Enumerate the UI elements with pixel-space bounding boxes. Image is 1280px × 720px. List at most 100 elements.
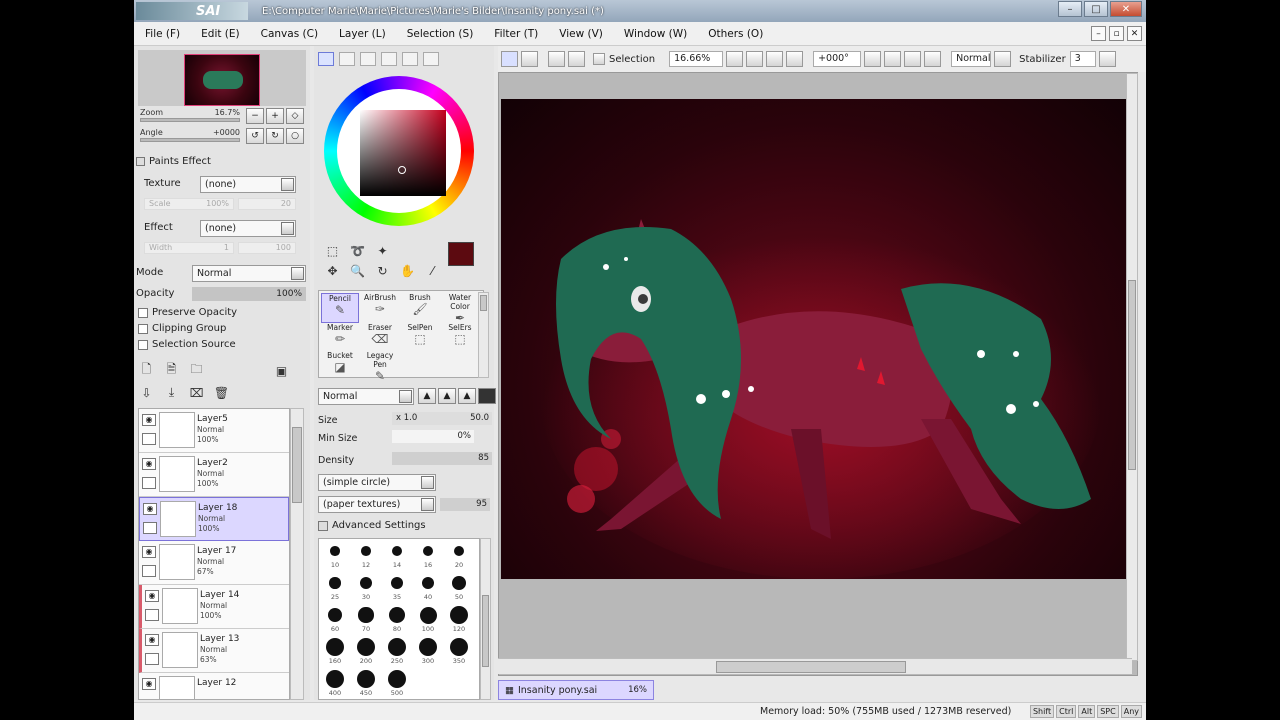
lock-icon[interactable] [142,433,156,445]
deselect-icon[interactable] [548,51,565,67]
new-folder-icon[interactable]: 🗀 [188,362,205,379]
size-presets-scrollbar[interactable] [480,538,491,700]
brush-size-preset[interactable] [326,670,344,688]
zoom-in-icon[interactable] [746,51,764,67]
color-wheel-tab[interactable] [318,52,334,66]
brush-size-preset[interactable] [388,638,406,656]
swatches-tab[interactable] [402,52,418,66]
selection-source-checkbox[interactable]: Selection Source [138,339,236,350]
merge-down-icon[interactable]: ⤓ [163,384,180,401]
advanced-settings-toggle[interactable]: Advanced Settings [318,520,426,531]
angle-slider[interactable]: Angle +0000 [138,128,242,146]
eyedropper-icon[interactable]: ⁄ [424,262,441,279]
layer-list-scrollbar[interactable] [290,408,304,700]
eye-icon[interactable]: ◉ [142,414,156,426]
brush-size-preset[interactable] [419,606,437,624]
texture-strength-slider[interactable]: 95 [440,498,490,511]
zoom-track[interactable] [140,118,240,122]
primary-color-swatch[interactable] [448,242,474,266]
menu-view[interactable]: View (V) [548,28,613,40]
clipping-group-checkbox[interactable]: Clipping Group [138,323,226,334]
size-slider[interactable]: x 1.0 50.0 [392,412,492,425]
layer-mode-select[interactable]: Normal [192,265,306,282]
zoom-reset-button[interactable]: ◇ [286,108,304,124]
brush-shape-select[interactable]: (simple circle) [318,474,436,491]
eye-icon[interactable]: ◉ [142,458,156,470]
airbrush-tool[interactable]: AirBrush ✑ [361,293,399,323]
lock-icon[interactable] [142,477,156,489]
eye-icon[interactable]: ◉ [142,546,156,558]
delete-layer-icon[interactable]: 🗑 [213,384,230,401]
undo-icon[interactable] [501,51,518,67]
rotate-reset-icon[interactable] [904,51,922,67]
menu-canvas[interactable]: Canvas (C) [250,28,328,40]
color-mixer-tab[interactable] [381,52,397,66]
stabilizer-dropdown-icon[interactable] [1098,51,1116,67]
zoom-icon[interactable]: 🔍 [349,262,366,279]
brush-texture-select[interactable]: (paper textures) [318,496,436,513]
menu-edit[interactable]: Edit (E) [190,28,250,40]
canvas-vertical-scrollbar[interactable] [1126,73,1138,661]
menu-selection[interactable]: Selection (S) [396,28,484,40]
stabilizer-field[interactable]: 3 [1069,51,1096,67]
brush-size-preset[interactable] [421,576,435,590]
canvas-viewport[interactable] [498,72,1138,676]
scrollbar-thumb[interactable] [1128,280,1136,470]
lasso-icon[interactable]: ➰ [349,242,366,259]
minimize-button[interactable]: – [1058,1,1082,17]
menu-filter[interactable]: Filter (T) [483,28,548,40]
brush-size-preset[interactable] [419,638,437,656]
brush-size-preset[interactable] [391,545,403,557]
brush-size-preset[interactable] [361,546,371,556]
rotate-reset-button[interactable]: ○ [286,128,304,144]
rgb-slider-tab[interactable] [339,52,355,66]
brush-shape-1-icon[interactable]: ▲ [418,388,436,404]
scrollbar-thumb[interactable] [716,661,906,673]
eye-icon[interactable]: ◉ [145,590,159,602]
bucket-tool[interactable]: Bucket ◪ [321,351,359,381]
brush-shape-4-icon[interactable] [478,388,496,404]
artwork-canvas[interactable] [501,99,1127,579]
layer-row[interactable]: ◉ Layer 12 [139,673,289,699]
brush-size-preset[interactable] [389,607,405,623]
canvas-blend-field[interactable]: Normal [951,51,992,67]
brush-blend-select[interactable]: Normal [318,388,414,405]
preserve-opacity-checkbox[interactable]: Preserve Opacity [138,307,237,318]
zoom-reset-icon[interactable] [786,51,804,67]
lock-icon[interactable] [145,609,159,621]
navigator-preview[interactable] [138,50,306,106]
hand-icon[interactable]: ✋ [399,262,416,279]
min-size-slider[interactable]: 0% [392,430,474,443]
flip-icon[interactable] [924,51,942,67]
brush-size-preset[interactable] [450,638,468,656]
selers-tool[interactable]: SelErs ⬚ [441,323,479,353]
brush-size-preset[interactable] [390,576,404,590]
rotate-cw-icon[interactable] [884,51,902,67]
rotate-left-button[interactable]: ↺ [246,128,264,144]
blend-options-icon[interactable] [994,51,1012,67]
scrollbar-thumb[interactable] [292,427,302,503]
texture-select[interactable]: (none) [200,176,296,193]
mdi-restore-button[interactable]: ▫ [1109,26,1124,41]
watercolor-tool[interactable]: Water Color ✒ [441,293,479,325]
zoom-slider[interactable]: Zoom 16.7% [138,108,242,126]
brush-size-preset[interactable] [357,638,375,656]
brush-size-preset[interactable] [388,670,406,688]
canvas-zoom-field[interactable]: 16.66% [669,51,724,67]
brush-size-preset[interactable] [450,606,468,624]
menu-others[interactable]: Others (O) [697,28,773,40]
eye-icon[interactable]: ◉ [145,634,159,646]
brush-shape-3-icon[interactable]: ▲ [458,388,476,404]
new-layer-icon[interactable]: 🗋 [138,362,155,379]
layer-row[interactable]: ◉ Layer 17 Normal 67% [139,541,289,585]
paints-effect-header[interactable]: Paints Effect [136,156,211,167]
layer-row[interactable]: ◉ Layer 14 Normal 100% [139,585,289,629]
hsv-slider-tab[interactable] [360,52,376,66]
layer-row-selected[interactable]: ◉ Layer 18 Normal 100% [139,497,289,541]
magic-wand-icon[interactable]: ✦ [374,242,391,259]
document-tab[interactable]: ▦ Insanity pony.sai 16% [498,680,654,700]
brush-grid-scrollbar[interactable] [478,292,489,378]
brush-size-preset[interactable] [453,545,465,557]
marker-tool[interactable]: Marker ✏ [321,323,359,353]
layer-row[interactable]: ◉ Layer5 Normal 100% [139,409,289,453]
